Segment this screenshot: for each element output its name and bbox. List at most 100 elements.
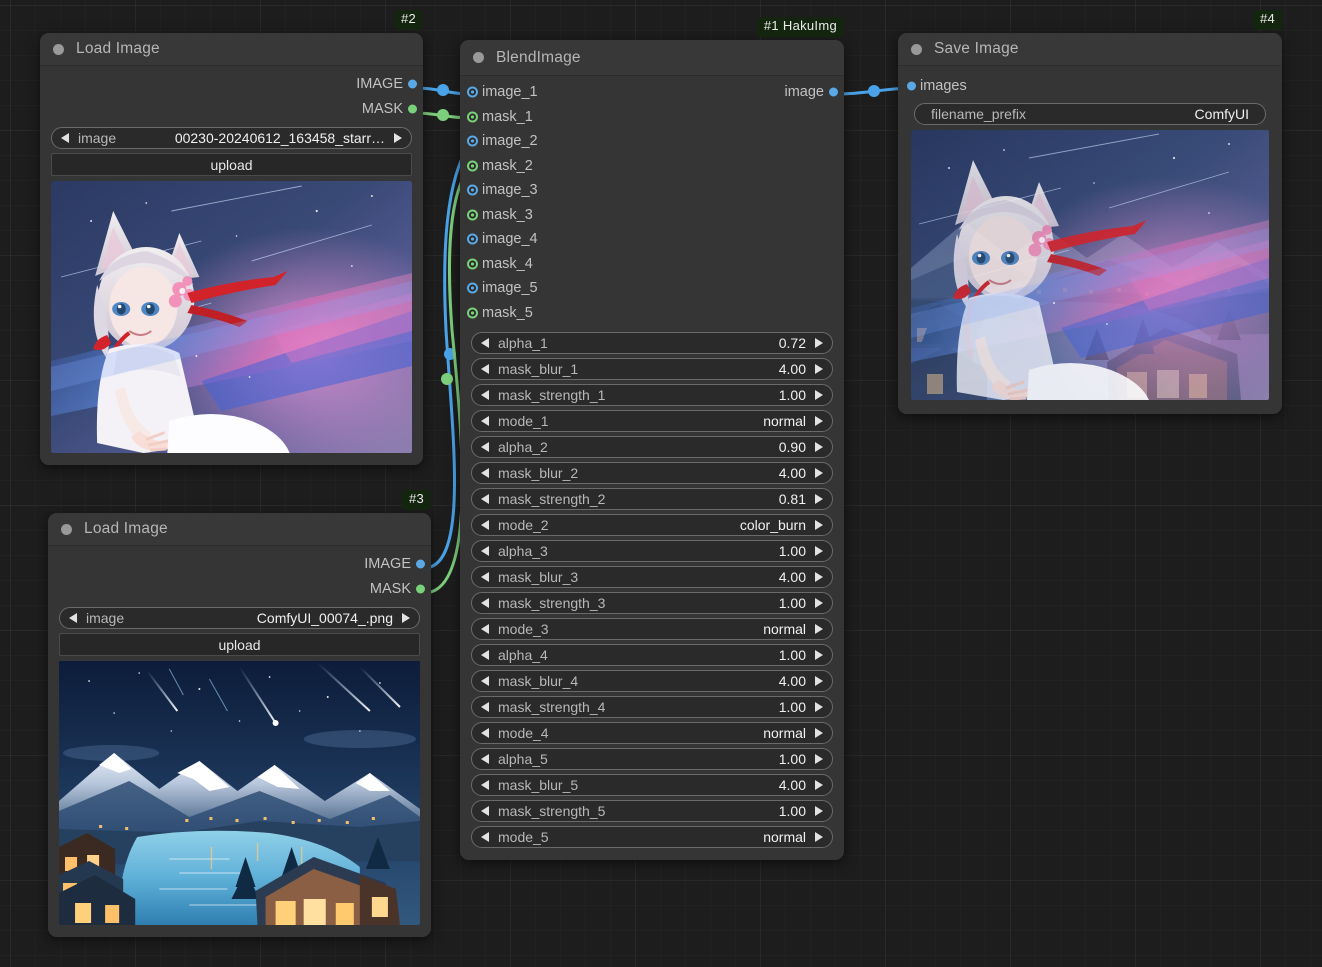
decrement-arrow-icon[interactable]	[481, 806, 489, 816]
input-port-image-icon[interactable]	[467, 282, 478, 294]
output-slot-image[interactable]: IMAGE	[48, 552, 431, 577]
collapse-dot-icon[interactable]	[911, 43, 922, 55]
increment-arrow-icon[interactable]	[815, 338, 823, 348]
increment-arrow-icon[interactable]	[815, 598, 823, 608]
decrement-arrow-icon[interactable]	[481, 572, 489, 582]
widget-mode-2[interactable]: mode_2 color_burn	[471, 514, 833, 536]
input-slot-image-2[interactable]: image_2	[460, 129, 844, 154]
node-blend-image[interactable]: #1 HakuImg BlendImage image_1 image mask…	[460, 17, 844, 860]
increment-arrow-icon[interactable]	[815, 416, 823, 426]
input-port-mask-icon[interactable]	[467, 111, 478, 123]
decrement-arrow-icon[interactable]	[61, 133, 69, 143]
input-port-image-icon[interactable]	[467, 233, 478, 245]
output-slot-image[interactable]: image	[664, 80, 844, 105]
decrement-arrow-icon[interactable]	[481, 780, 489, 790]
decrement-arrow-icon[interactable]	[481, 754, 489, 764]
input-slot-images[interactable]: images	[898, 74, 1282, 99]
image-preview[interactable]	[59, 661, 420, 925]
decrement-arrow-icon[interactable]	[481, 598, 489, 608]
increment-arrow-icon[interactable]	[815, 650, 823, 660]
widget-alpha-5[interactable]: alpha_5 1.00	[471, 748, 833, 770]
widget-mask-strength-2[interactable]: mask_strength_2 0.81	[471, 488, 833, 510]
widget-alpha-4[interactable]: alpha_4 1.00	[471, 644, 833, 666]
output-slot-mask[interactable]: MASK	[48, 577, 431, 602]
output-slot-mask[interactable]: MASK	[40, 97, 423, 122]
decrement-arrow-icon[interactable]	[481, 832, 489, 842]
increment-arrow-icon[interactable]	[815, 624, 823, 634]
input-slot-mask-1[interactable]: mask_1	[460, 105, 844, 130]
increment-arrow-icon[interactable]	[815, 494, 823, 504]
input-port-mask-icon[interactable]	[467, 258, 478, 270]
decrement-arrow-icon[interactable]	[481, 702, 489, 712]
input-slot-image-5[interactable]: image_5	[460, 276, 844, 301]
widget-mask-blur-5[interactable]: mask_blur_5 4.00	[471, 774, 833, 796]
decrement-arrow-icon[interactable]	[481, 650, 489, 660]
input-port-image-icon[interactable]	[467, 86, 478, 98]
input-slot-image-3[interactable]: image_3	[460, 178, 844, 203]
increment-arrow-icon[interactable]	[815, 364, 823, 374]
decrement-arrow-icon[interactable]	[481, 468, 489, 478]
increment-arrow-icon[interactable]	[394, 133, 402, 143]
node-title-bar[interactable]: BlendImage	[460, 40, 844, 76]
decrement-arrow-icon[interactable]	[481, 338, 489, 348]
input-slot-mask-4[interactable]: mask_4	[460, 252, 844, 277]
widget-mode-1[interactable]: mode_1 normal	[471, 410, 833, 432]
widget-mode-5[interactable]: mode_5 normal	[471, 826, 833, 848]
input-port-images-icon[interactable]	[907, 81, 916, 91]
input-port-mask-icon[interactable]	[467, 209, 478, 221]
input-port-image-icon[interactable]	[467, 135, 478, 147]
output-port-image-icon[interactable]	[829, 87, 838, 97]
image-preview[interactable]	[911, 129, 1269, 400]
widget-image-combo[interactable]: image 00230-20240612_163458_starr…	[51, 127, 412, 149]
output-port-image-icon[interactable]	[416, 559, 425, 569]
decrement-arrow-icon[interactable]	[481, 728, 489, 738]
input-slot-mask-3[interactable]: mask_3	[460, 203, 844, 228]
output-slot-image[interactable]: IMAGE	[40, 72, 423, 97]
decrement-arrow-icon[interactable]	[481, 442, 489, 452]
widget-mask-strength-3[interactable]: mask_strength_3 1.00	[471, 592, 833, 614]
input-port-mask-icon[interactable]	[467, 160, 478, 172]
increment-arrow-icon[interactable]	[815, 728, 823, 738]
widget-mode-4[interactable]: mode_4 normal	[471, 722, 833, 744]
input-slot-image-4[interactable]: image_4	[460, 227, 844, 252]
widget-mask-blur-4[interactable]: mask_blur_4 4.00	[471, 670, 833, 692]
increment-arrow-icon[interactable]	[402, 613, 410, 623]
increment-arrow-icon[interactable]	[815, 442, 823, 452]
widget-mask-strength-4[interactable]: mask_strength_4 1.00	[471, 696, 833, 718]
node-title-bar[interactable]: Load Image	[48, 513, 431, 546]
decrement-arrow-icon[interactable]	[481, 676, 489, 686]
increment-arrow-icon[interactable]	[815, 390, 823, 400]
node-save-image[interactable]: #4 Save Image images filename_prefix Com…	[898, 10, 1282, 414]
widget-mask-blur-1[interactable]: mask_blur_1 4.00	[471, 358, 833, 380]
decrement-arrow-icon[interactable]	[481, 390, 489, 400]
decrement-arrow-icon[interactable]	[481, 624, 489, 634]
input-port-image-icon[interactable]	[467, 184, 478, 196]
output-port-mask-icon[interactable]	[408, 104, 417, 114]
node-title-bar[interactable]: Load Image	[40, 33, 423, 66]
graph-canvas[interactable]: #2 Load Image IMAGE MASK image 00230-202…	[0, 0, 1322, 967]
widget-image-combo[interactable]: image ComfyUI_00074_.png	[59, 607, 420, 629]
widget-mask-strength-1[interactable]: mask_strength_1 1.00	[471, 384, 833, 406]
decrement-arrow-icon[interactable]	[481, 520, 489, 530]
widget-mode-3[interactable]: mode_3 normal	[471, 618, 833, 640]
node-load-image-2[interactable]: #2 Load Image IMAGE MASK image 00230-202…	[40, 10, 423, 465]
image-preview[interactable]	[51, 181, 412, 453]
widget-alpha-2[interactable]: alpha_2 0.90	[471, 436, 833, 458]
increment-arrow-icon[interactable]	[815, 572, 823, 582]
increment-arrow-icon[interactable]	[815, 754, 823, 764]
node-title-bar[interactable]: Save Image	[898, 33, 1282, 66]
increment-arrow-icon[interactable]	[815, 520, 823, 530]
collapse-dot-icon[interactable]	[61, 523, 72, 535]
output-port-image-icon[interactable]	[408, 79, 417, 89]
decrement-arrow-icon[interactable]	[481, 364, 489, 374]
widget-alpha-3[interactable]: alpha_3 1.00	[471, 540, 833, 562]
increment-arrow-icon[interactable]	[815, 468, 823, 478]
collapse-dot-icon[interactable]	[473, 52, 484, 63]
input-slot-mask-2[interactable]: mask_2	[460, 154, 844, 179]
node-load-image-3[interactable]: #3 Load Image IMAGE MASK image ComfyUI_0…	[48, 490, 431, 937]
upload-button[interactable]: upload	[51, 153, 412, 176]
upload-button[interactable]: upload	[59, 633, 420, 656]
decrement-arrow-icon[interactable]	[481, 416, 489, 426]
decrement-arrow-icon[interactable]	[481, 494, 489, 504]
increment-arrow-icon[interactable]	[815, 806, 823, 816]
